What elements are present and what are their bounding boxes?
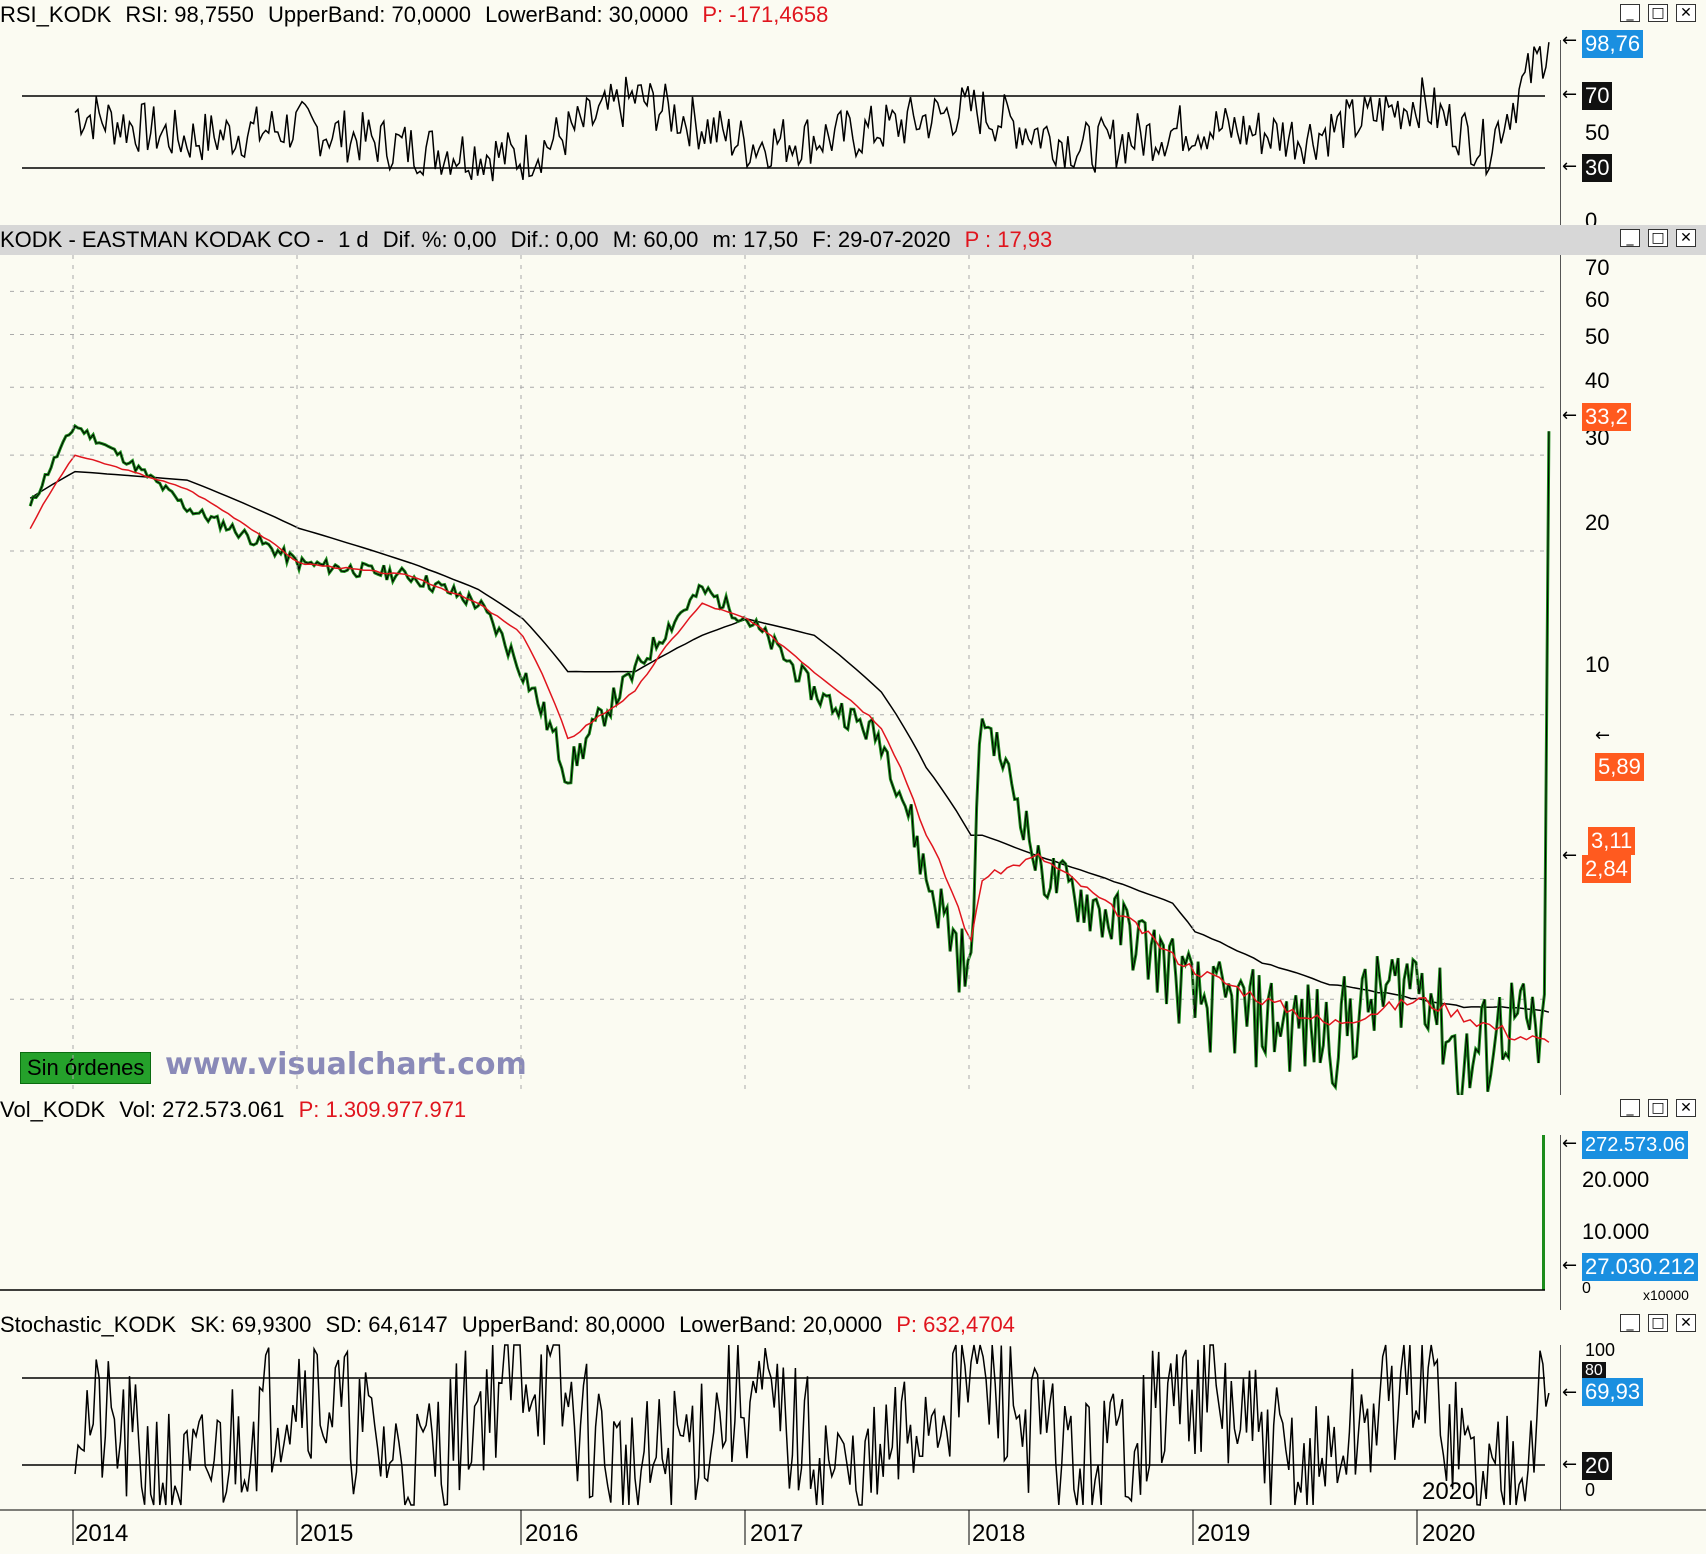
rsi-upper-tag: 70	[1582, 82, 1613, 110]
arrow-left-icon: ←	[1562, 405, 1578, 426]
price-close-line	[28, 423, 1551, 1095]
x-label-2014: 2014	[75, 1520, 129, 1547]
long-moving-average-line	[29, 470, 1550, 1013]
price-pane: KODK - EASTMAN KODAK CO - 1 d Dif. %: 0,…	[0, 225, 1706, 1095]
stochastic-scale-100: 100	[1585, 1340, 1616, 1360]
arrow-left-icon: ←	[1562, 156, 1578, 177]
price-plot	[10, 290, 1551, 1095]
arrow-left-icon: ←	[1562, 1382, 1578, 1403]
x-label-2020: 2020	[1422, 1520, 1476, 1547]
arrow-left-icon: ←	[1562, 845, 1578, 866]
rsi-current-tag: 98,76	[1582, 30, 1644, 58]
volume-current-tag: 272.573.06	[1582, 1131, 1689, 1159]
volume-bar	[1542, 1135, 1545, 1290]
brand-watermark: www.visualchart.com	[165, 1047, 527, 1082]
x-label-2018: 2018	[972, 1520, 1026, 1547]
price-tag-2-84: 2,84	[1582, 855, 1631, 883]
price-scale-60: 60	[1585, 287, 1610, 312]
stochastic-current-tag: 69,93	[1582, 1378, 1644, 1406]
volume-pane: Vol_KODK Vol: 272.573.061 P: 1.309.977.9…	[0, 1095, 1706, 1310]
x-label-2016: 2016	[525, 1520, 579, 1547]
volume-plot	[0, 1135, 1545, 1291]
x-label-2015: 2015	[300, 1520, 354, 1547]
arrow-left-icon: ←	[1595, 725, 1611, 746]
price-scale-70: 70	[1585, 255, 1610, 280]
volume-scale-0: 0	[1582, 1280, 1591, 1297]
price-scale-10: 10	[1585, 652, 1610, 677]
price-current-tag: 33,2	[1582, 403, 1631, 431]
rsi-pane: RSI_KODK RSI: 98,7550 UpperBand: 70,0000…	[0, 0, 1706, 233]
rsi-scale-50: 50	[1585, 120, 1610, 145]
volume-bars	[1542, 1135, 1545, 1290]
stochastic-lower-tag: 20	[1582, 1452, 1613, 1480]
stochastic-axis-separator	[1560, 1345, 1561, 1510]
rsi-series-line	[74, 42, 1550, 182]
rsi-plot	[22, 42, 1550, 182]
price-scale-50: 50	[1585, 324, 1610, 349]
price-candle-line	[29, 425, 1550, 1095]
price-tag-3-11: 3,11	[1588, 827, 1636, 855]
orders-status-badge[interactable]: Sin órdenes	[20, 1052, 152, 1084]
volume-scale-20000: 20.000	[1582, 1167, 1650, 1192]
rsi-axis-separator	[1560, 40, 1561, 225]
x-label-2017: 2017	[750, 1520, 804, 1547]
arrow-left-icon: ←	[1562, 84, 1578, 105]
stochastic-sk-line	[74, 1344, 1550, 1506]
arrow-left-icon: ←	[1562, 1454, 1578, 1475]
arrow-left-icon: ←	[1562, 30, 1578, 51]
price-axis-separator	[1560, 255, 1561, 1095]
volume-average-tag: 27.030.212	[1582, 1253, 1699, 1281]
price-scale-40: 40	[1585, 368, 1610, 393]
volume-axis-separator	[1560, 1135, 1561, 1310]
arrow-left-icon: ←	[1562, 1255, 1578, 1276]
volume-scale-10000: 10.000	[1582, 1219, 1650, 1244]
arrow-left-icon: ←	[1562, 1133, 1578, 1154]
stochastic-scale-0: 0	[1585, 1480, 1596, 1500]
volume-scale-multiplier: x10000	[1643, 1287, 1689, 1303]
stochastic-x-label-2020: 2020	[1422, 1478, 1476, 1505]
price-tag-5-89: 5,89	[1595, 753, 1644, 781]
x-label-2019: 2019	[1197, 1520, 1251, 1547]
price-scale-20: 20	[1585, 510, 1610, 535]
rsi-lower-tag: 30	[1582, 154, 1613, 182]
